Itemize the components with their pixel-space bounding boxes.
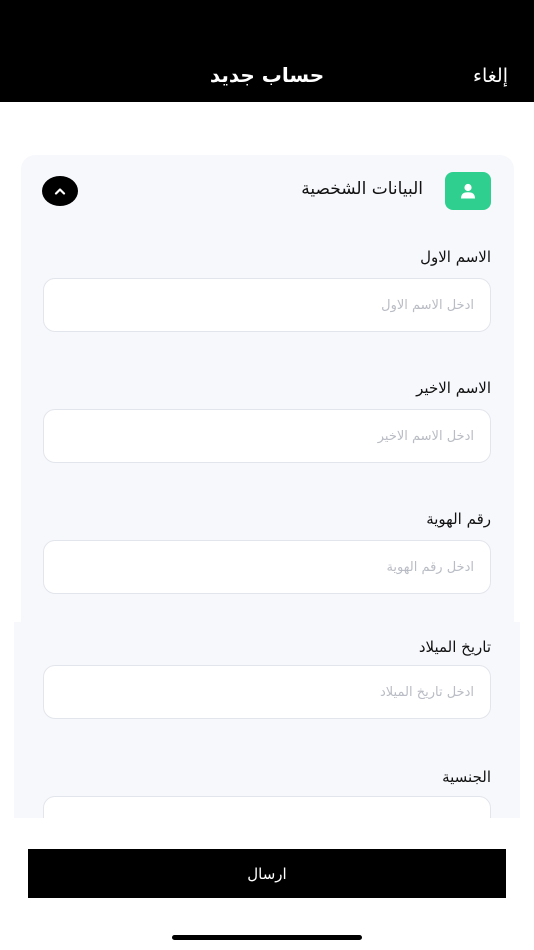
- birth-date-field[interactable]: [43, 665, 491, 719]
- first-name-label: الاسم الاول: [420, 248, 491, 266]
- page-title: حساب جديد: [209, 63, 325, 87]
- last-name-label: الاسم الاخير: [416, 379, 491, 397]
- home-indicator: [172, 935, 362, 940]
- nationality-label: الجنسية: [442, 768, 491, 786]
- first-name-field[interactable]: [43, 278, 491, 332]
- birth-date-label: تاريخ الميلاد: [418, 638, 491, 656]
- section-title: البيانات الشخصية: [301, 179, 423, 199]
- personal-info-section-header[interactable]: [21, 155, 514, 227]
- person-icon: [445, 172, 491, 210]
- top-bar: حساب جديد إلغاء: [0, 0, 534, 102]
- id-number-field[interactable]: [43, 540, 491, 594]
- nationality-field[interactable]: [43, 796, 491, 818]
- id-number-label: رقم الهوية: [426, 510, 491, 528]
- collapse-section-button[interactable]: [42, 176, 78, 206]
- nationality-field-clip: [14, 796, 520, 818]
- last-name-field[interactable]: [43, 409, 491, 463]
- cancel-button[interactable]: إلغاء: [473, 65, 508, 87]
- submit-button[interactable]: ارسال: [28, 849, 506, 898]
- chevron-up-icon: [54, 187, 66, 195]
